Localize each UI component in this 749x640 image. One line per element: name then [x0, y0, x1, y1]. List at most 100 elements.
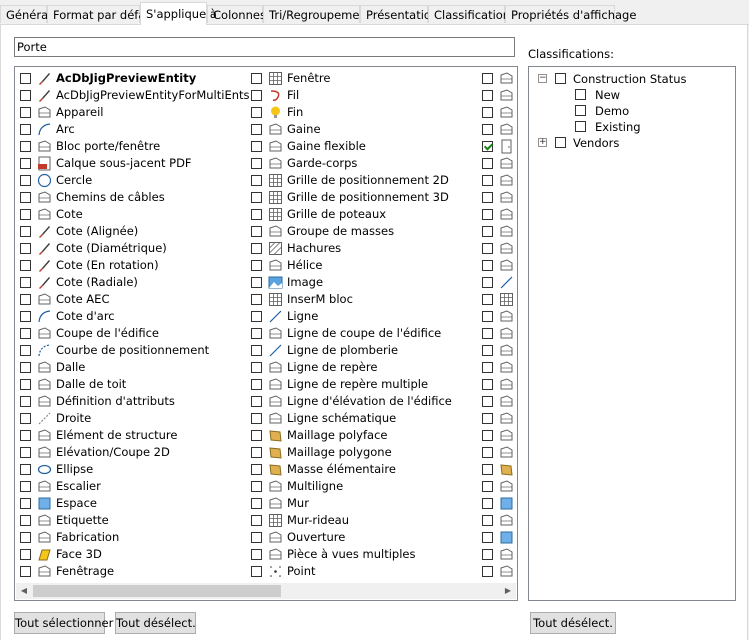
item-checkbox[interactable] [20, 481, 31, 492]
item-checkbox[interactable] [20, 362, 31, 373]
item-checkbox[interactable] [482, 311, 493, 322]
item-checkbox[interactable] [251, 396, 262, 407]
tab-tri-regroupement[interactable]: Tri/Regroupement [263, 5, 371, 23]
item-checkbox[interactable] [20, 158, 31, 169]
tab-propri-t-s-d-affichage[interactable]: Propriétés d'affichage [505, 5, 636, 23]
tree-node-checkbox[interactable] [575, 121, 586, 132]
item-checkbox[interactable] [482, 345, 493, 356]
item-checkbox[interactable] [20, 294, 31, 305]
item-checkbox[interactable] [482, 515, 493, 526]
item-checkbox[interactable] [482, 396, 493, 407]
item-checkbox[interactable] [482, 226, 493, 237]
horizontal-scrollbar[interactable]: ◀ ▶ [16, 583, 516, 599]
tree-node-checkbox[interactable] [555, 73, 566, 84]
item-checkbox[interactable] [251, 243, 262, 254]
tab-classifications[interactable]: Classifications [428, 5, 516, 23]
item-checkbox[interactable] [482, 175, 493, 186]
item-checkbox[interactable] [20, 73, 31, 84]
item-checkbox[interactable] [20, 175, 31, 186]
item-checkbox[interactable] [251, 124, 262, 135]
item-checkbox[interactable] [482, 549, 493, 560]
item-checkbox[interactable] [20, 396, 31, 407]
item-checkbox[interactable] [251, 107, 262, 118]
item-checkbox[interactable] [482, 532, 493, 543]
item-checkbox[interactable] [482, 277, 493, 288]
scroll-right-arrow-icon[interactable]: ▶ [500, 583, 516, 599]
item-checkbox[interactable] [251, 549, 262, 560]
filter-name-input[interactable]: Porte [14, 37, 515, 57]
item-checkbox[interactable] [251, 430, 262, 441]
item-checkbox[interactable] [251, 158, 262, 169]
item-checkbox[interactable] [20, 515, 31, 526]
item-checkbox[interactable] [20, 192, 31, 203]
item-checkbox[interactable] [251, 328, 262, 339]
item-checkbox[interactable] [482, 362, 493, 373]
item-checkbox[interactable] [482, 413, 493, 424]
item-checkbox[interactable] [482, 73, 493, 84]
expand-icon[interactable]: + [538, 138, 547, 147]
item-checkbox[interactable] [482, 260, 493, 271]
item-checkbox[interactable] [251, 192, 262, 203]
item-checkbox[interactable] [251, 532, 262, 543]
item-checkbox[interactable] [482, 192, 493, 203]
item-checkbox[interactable] [251, 141, 262, 152]
collapse-icon[interactable]: − [538, 74, 547, 83]
tree-node-checkbox[interactable] [575, 89, 586, 100]
tree-node-checkbox[interactable] [555, 137, 566, 148]
item-checkbox[interactable] [482, 328, 493, 339]
item-checkbox[interactable] [251, 294, 262, 305]
item-checkbox[interactable] [251, 345, 262, 356]
item-checkbox[interactable] [251, 481, 262, 492]
item-checkbox[interactable] [20, 243, 31, 254]
item-checkbox[interactable] [20, 464, 31, 475]
scrollbar-thumb[interactable] [33, 585, 281, 597]
item-checkbox[interactable] [20, 311, 31, 322]
item-checkbox[interactable] [482, 90, 493, 101]
item-checkbox[interactable] [251, 277, 262, 288]
item-checkbox[interactable] [482, 566, 493, 577]
tab-format-par-d-faut[interactable]: Format par défaut [47, 5, 157, 23]
item-checkbox[interactable] [482, 158, 493, 169]
item-checkbox[interactable] [251, 226, 262, 237]
item-checkbox[interactable] [251, 209, 262, 220]
select-all-button[interactable]: Tout sélectionner [14, 612, 113, 634]
item-checkbox[interactable] [251, 311, 262, 322]
item-checkbox[interactable] [482, 107, 493, 118]
classifications-tree[interactable]: − Construction Status New Demo Existing + Vend… [528, 66, 736, 601]
item-checkbox[interactable] [20, 379, 31, 390]
item-checkbox[interactable] [251, 73, 262, 84]
item-checkbox[interactable] [251, 175, 262, 186]
item-checkbox[interactable] [251, 379, 262, 390]
item-checkbox[interactable] [20, 226, 31, 237]
item-checkbox[interactable] [20, 141, 31, 152]
tab-pr-sentation[interactable]: Présentation [360, 5, 438, 23]
item-checkbox[interactable] [482, 481, 493, 492]
applies-to-object-list[interactable]: ◀ ▶ AcDbJigPreviewEntity AcDbJigPreviewEn… [14, 66, 518, 601]
tab-s-applique[interactable]: S'applique à [140, 2, 217, 25]
item-checkbox[interactable] [482, 124, 493, 135]
tree-node-checkbox[interactable] [575, 105, 586, 116]
item-checkbox[interactable] [20, 498, 31, 509]
item-checkbox[interactable] [20, 566, 31, 577]
item-checkbox[interactable] [482, 294, 493, 305]
item-checkbox[interactable] [20, 277, 31, 288]
item-checkbox[interactable] [20, 90, 31, 101]
tab-g-n-ral[interactable]: Général [0, 5, 51, 23]
item-checkbox[interactable] [251, 260, 262, 271]
item-checkbox[interactable] [20, 413, 31, 424]
item-checkbox[interactable] [251, 515, 262, 526]
item-checkbox[interactable] [20, 124, 31, 135]
item-checkbox[interactable] [482, 209, 493, 220]
item-checkbox[interactable] [20, 549, 31, 560]
item-checkbox[interactable] [20, 328, 31, 339]
item-checkbox[interactable] [482, 464, 493, 475]
item-checkbox[interactable] [482, 498, 493, 509]
item-checkbox[interactable] [251, 498, 262, 509]
deselect-all-button[interactable]: Tout désélect. [115, 612, 196, 634]
item-checkbox[interactable] [482, 447, 493, 458]
item-checkbox[interactable] [482, 141, 493, 152]
scroll-left-arrow-icon[interactable]: ◀ [16, 583, 32, 599]
item-checkbox[interactable] [20, 430, 31, 441]
deselect-all-classifications-button[interactable]: Tout désélect. [530, 612, 616, 634]
item-checkbox[interactable] [482, 243, 493, 254]
